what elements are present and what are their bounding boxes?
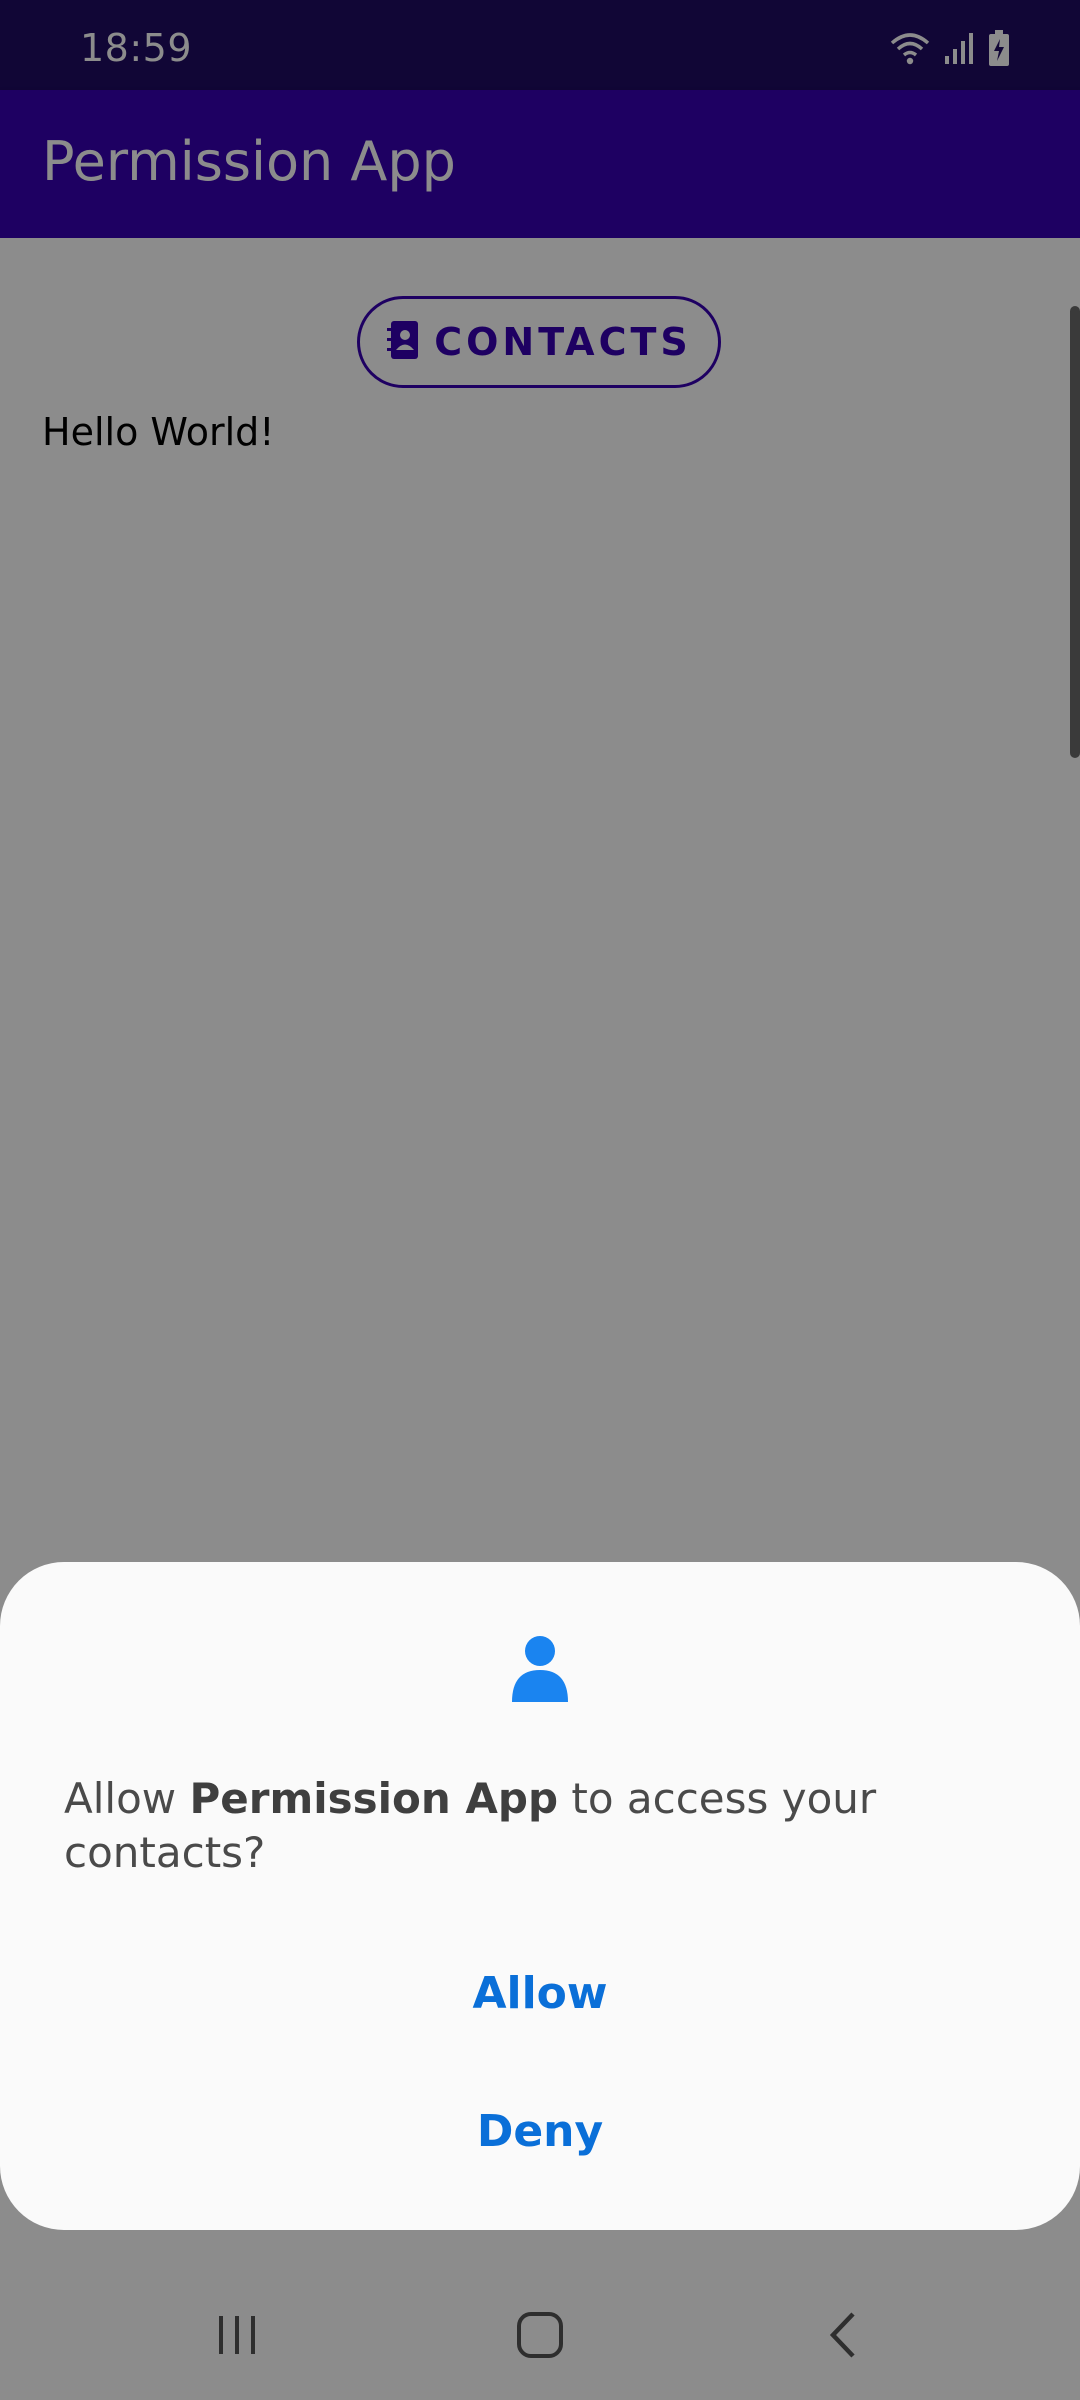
dialog-app-name: Permission App bbox=[189, 1774, 559, 1823]
dialog-message: Allow Permission App to access your cont… bbox=[64, 1772, 1024, 1880]
dialog-message-prefix: Allow bbox=[64, 1774, 190, 1823]
allow-button[interactable]: Allow bbox=[0, 1938, 1080, 2048]
screen: 18:59 Permission App CONTACTS Hello Worl… bbox=[0, 0, 1080, 2400]
person-icon bbox=[510, 1634, 570, 1704]
deny-button[interactable]: Deny bbox=[0, 2076, 1080, 2186]
permission-dialog: Allow Permission App to access your cont… bbox=[0, 1562, 1080, 2230]
